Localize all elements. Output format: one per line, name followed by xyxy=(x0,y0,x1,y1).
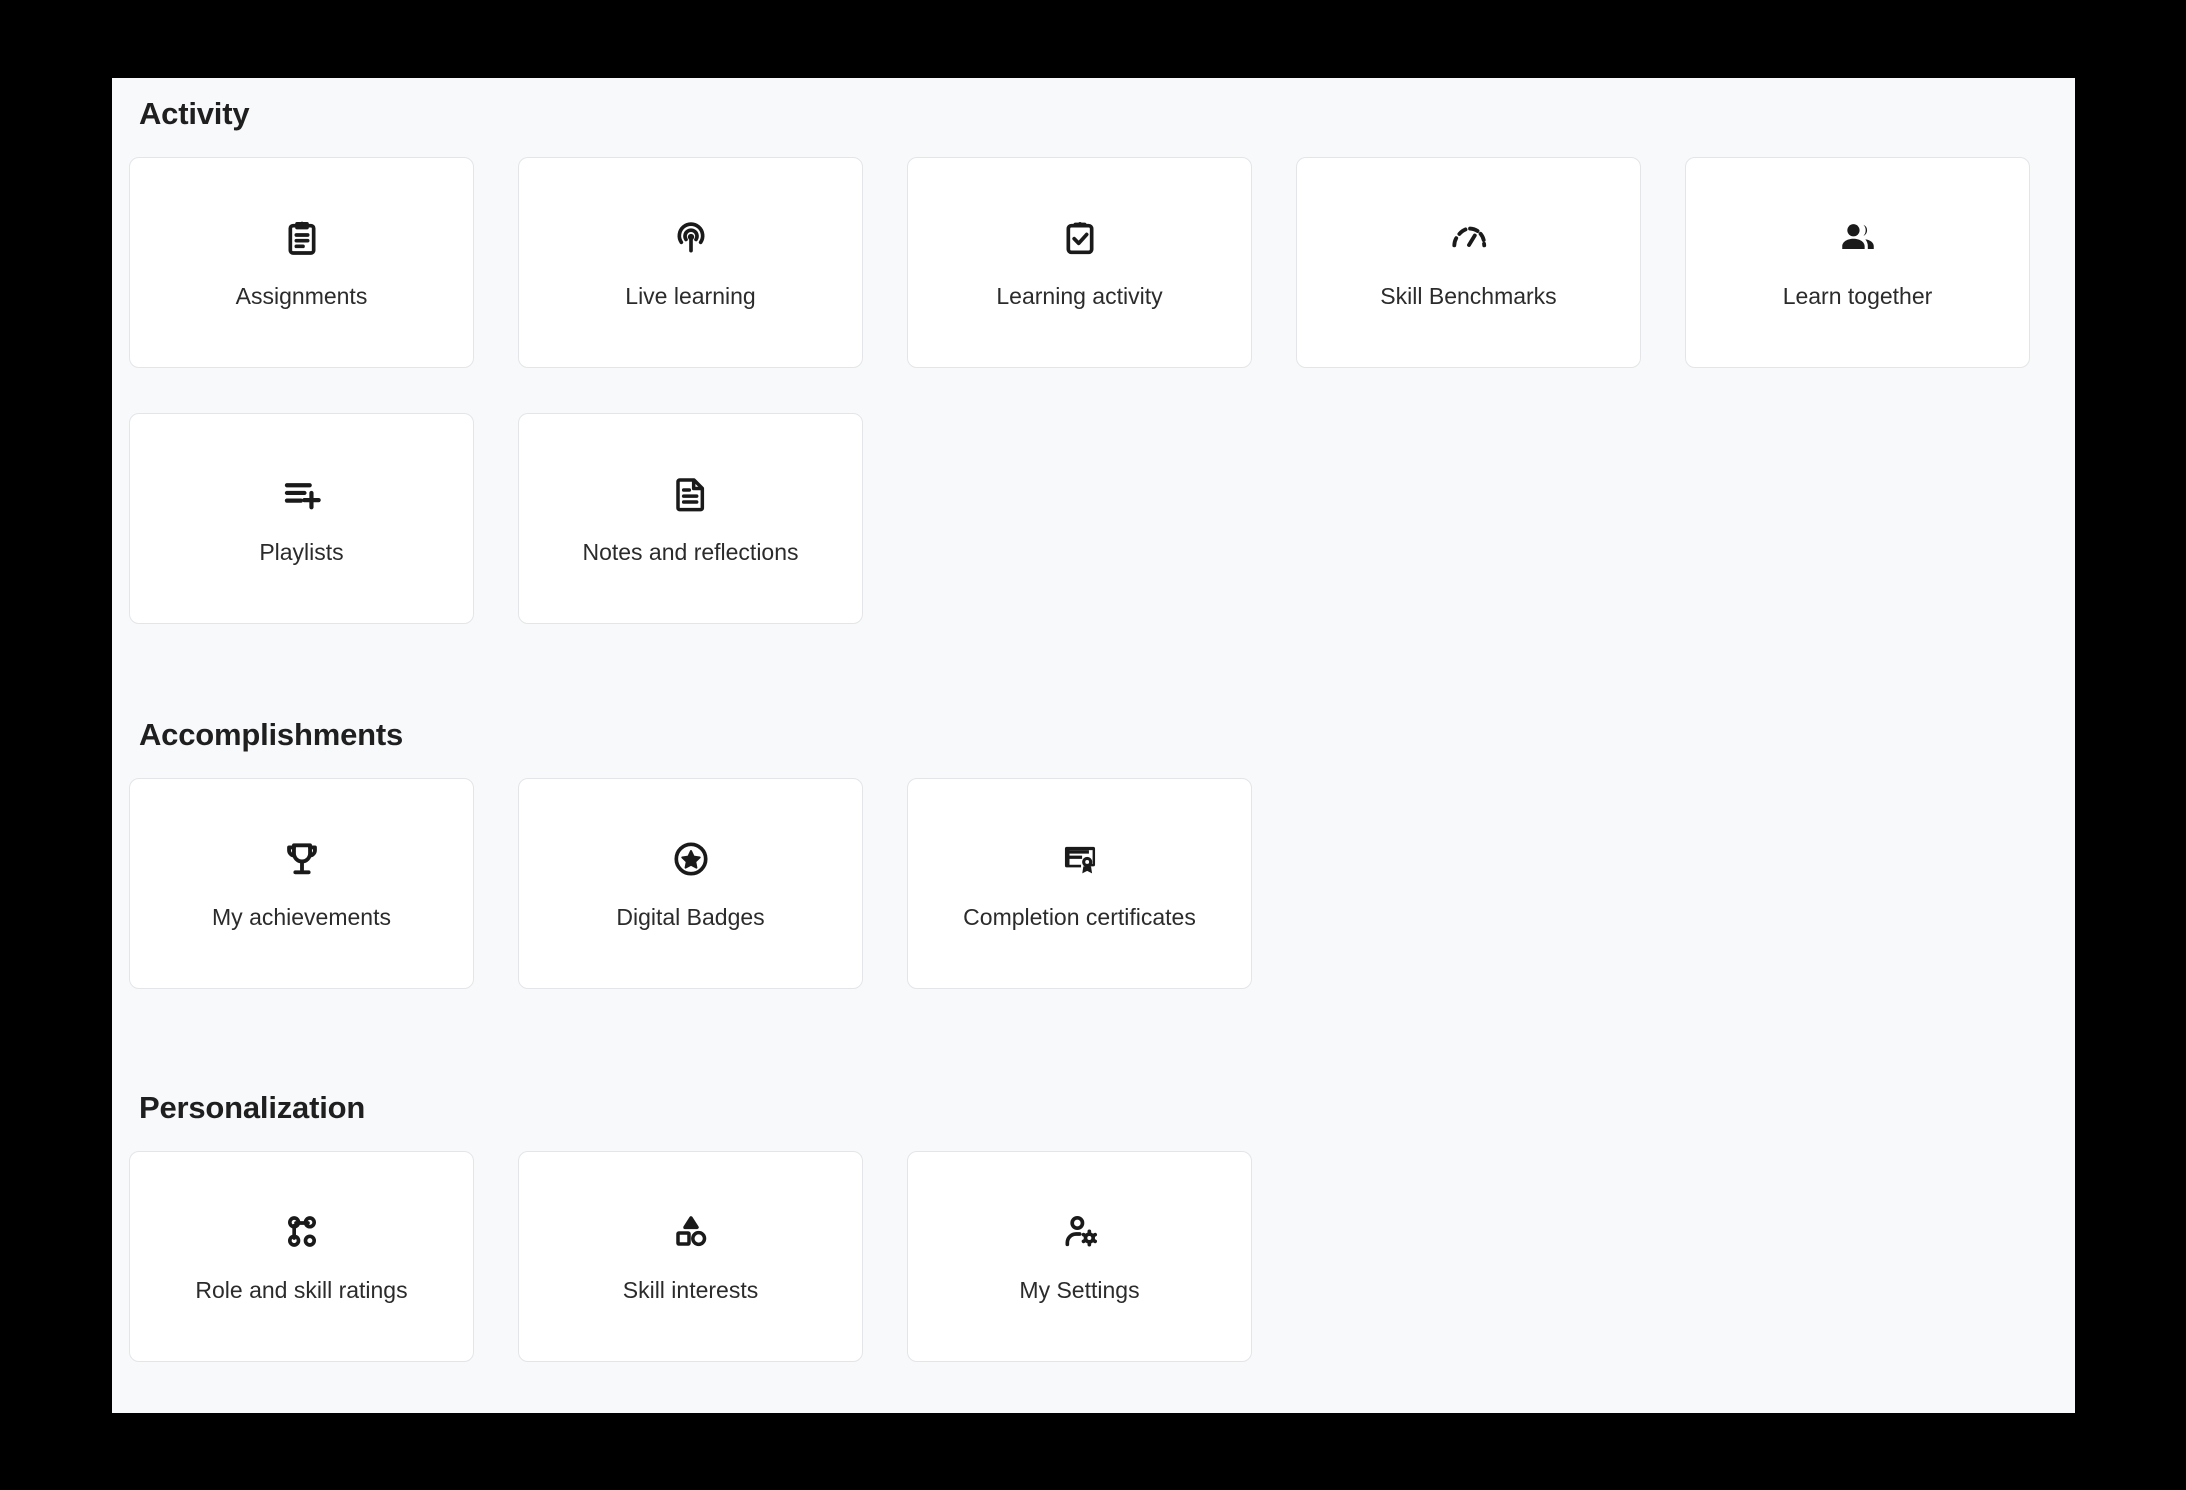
section-heading-activity: Activity xyxy=(139,96,250,131)
clipboard-lines-icon xyxy=(279,215,325,261)
broadcast-antenna-icon xyxy=(668,215,714,261)
card-label: Live learning xyxy=(625,283,756,309)
card-role-and-skill-ratings[interactable]: Role and skill ratings xyxy=(129,1151,474,1362)
certificate-seal-icon xyxy=(1057,836,1103,882)
document-lines-icon xyxy=(668,471,714,517)
card-notes-and-reflections[interactable]: Notes and reflections xyxy=(518,413,863,624)
section-heading-personalization: Personalization xyxy=(139,1090,366,1125)
card-skill-benchmarks[interactable]: Skill Benchmarks xyxy=(1296,157,1641,368)
star-circle-icon xyxy=(668,836,714,882)
card-label: Learning activity xyxy=(996,283,1163,309)
card-assignments[interactable]: Assignments xyxy=(129,157,474,368)
accomplishments-card-grid: My achievements Digital Badges Completio… xyxy=(129,778,2075,989)
shapes-icon xyxy=(668,1209,714,1255)
card-learning-activity[interactable]: Learning activity xyxy=(907,157,1252,368)
clipboard-check-icon xyxy=(1057,215,1103,261)
card-my-achievements[interactable]: My achievements xyxy=(129,778,474,989)
card-label: Digital Badges xyxy=(616,904,765,930)
card-learn-together[interactable]: Learn together xyxy=(1685,157,2030,368)
node-graph-icon xyxy=(279,1209,325,1255)
card-live-learning[interactable]: Live learning xyxy=(518,157,863,368)
card-label: Completion certificates xyxy=(963,904,1196,930)
personalization-card-grid: Role and skill ratings Skill interests M… xyxy=(129,1151,2075,1362)
section-heading-accomplishments: Accomplishments xyxy=(139,717,404,752)
card-skill-interests[interactable]: Skill interests xyxy=(518,1151,863,1362)
activity-card-grid: Assignments Live learning Learning activ… xyxy=(129,157,2075,624)
card-playlists[interactable]: Playlists xyxy=(129,413,474,624)
people-group-icon xyxy=(1835,215,1881,261)
gauge-icon xyxy=(1446,215,1492,261)
learning-dashboard-content: Activity Assignments Live learning Learn… xyxy=(112,78,2075,1413)
trophy-icon xyxy=(279,836,325,882)
person-gear-icon xyxy=(1057,1209,1103,1255)
card-my-settings[interactable]: My Settings xyxy=(907,1151,1252,1362)
card-label: Notes and reflections xyxy=(582,539,799,565)
playlist-add-icon xyxy=(279,471,325,517)
card-completion-certificates[interactable]: Completion certificates xyxy=(907,778,1252,989)
card-label: Assignments xyxy=(235,283,368,309)
card-label: Skill interests xyxy=(622,1277,759,1303)
card-label: Role and skill ratings xyxy=(195,1277,408,1303)
card-digital-badges[interactable]: Digital Badges xyxy=(518,778,863,989)
card-label: My Settings xyxy=(1019,1277,1140,1303)
card-label: Learn together xyxy=(1782,283,1933,309)
card-label: Playlists xyxy=(259,539,344,565)
card-label: Skill Benchmarks xyxy=(1380,283,1557,309)
card-label: My achievements xyxy=(212,904,391,930)
